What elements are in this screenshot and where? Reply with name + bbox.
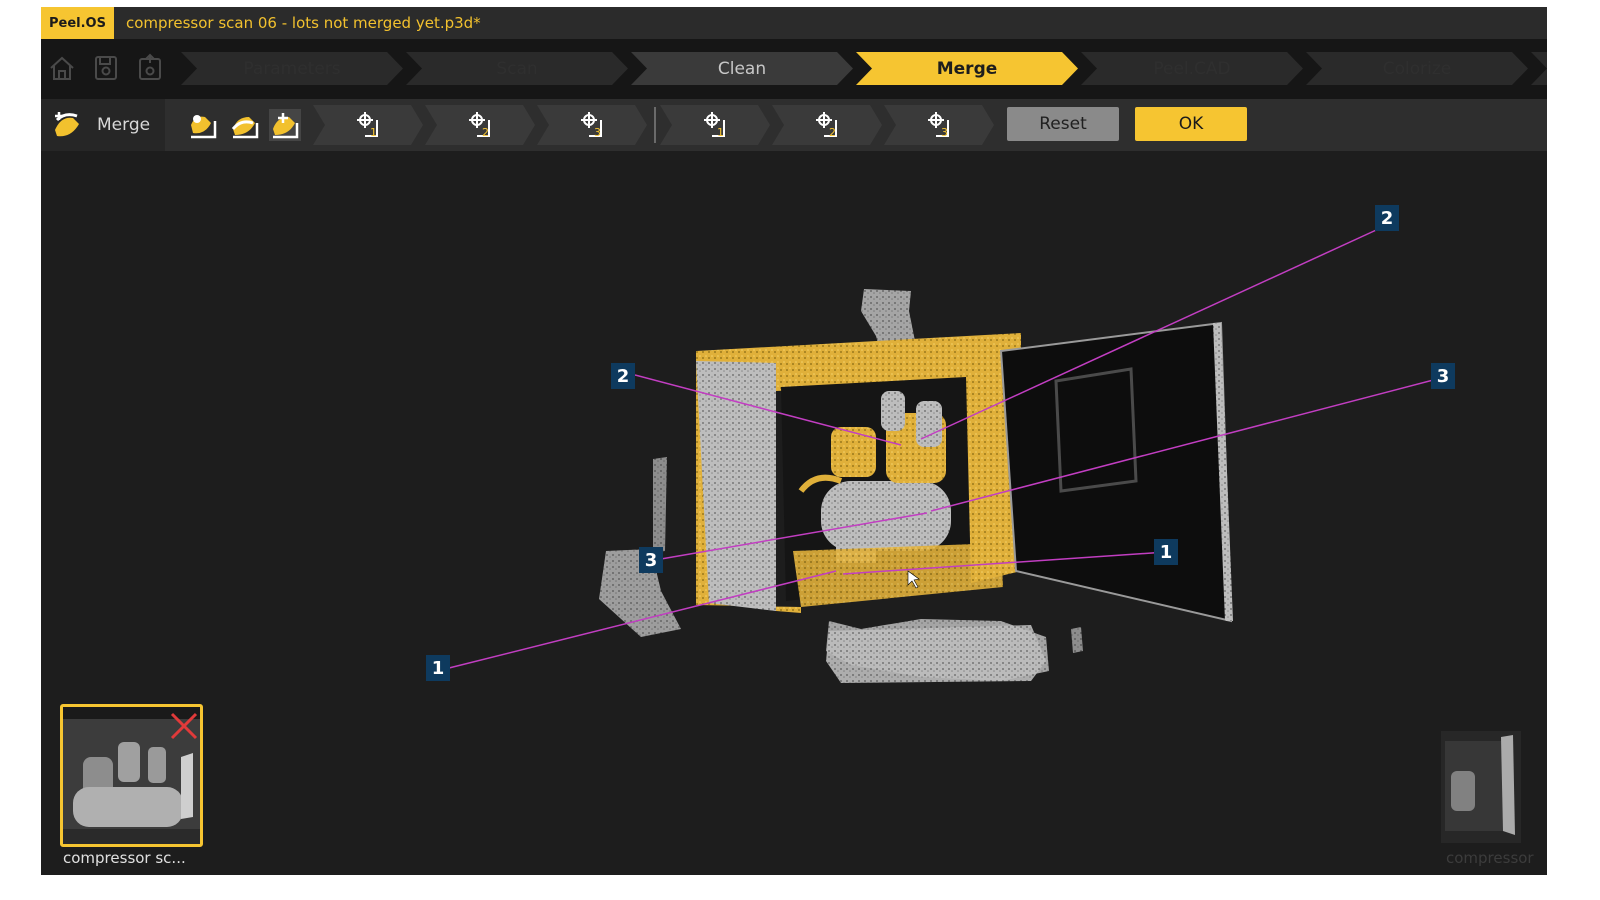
tool-label: Merge [97,115,151,135]
first-scan-marker-1[interactable]: 1 [426,655,450,681]
first-scan-marker-3[interactable]: 3 [639,547,663,573]
second-scan-marker-1[interactable]: 1 [1154,539,1178,565]
tool-title: Merge [41,99,165,151]
target-point-icon: 2 [816,112,837,139]
target-point-icon: 2 [469,112,490,139]
scan-thumbnail-secondary-label: compressor [1446,849,1534,867]
point-pair-mode-icon[interactable] [269,109,301,141]
app-logo: Peel.OS [41,7,114,39]
title-bar: Peel.OS compressor scan 06 - lots not me… [41,7,1547,39]
scan-thumbnail-label: compressor sc... [63,849,186,867]
step-overflow [1531,52,1547,85]
first-scan-point-3-button[interactable]: 3 [537,105,647,145]
scan-thumbnail-secondary[interactable] [1441,731,1521,843]
first-point-number-1: 1 [370,126,377,139]
save-as-icon[interactable] [135,53,165,83]
step-colorize[interactable]: Colorize [1306,52,1528,85]
second-scan-point-1-button[interactable]: 1 [660,105,770,145]
app-window: Peel.OS compressor scan 06 - lots not me… [41,7,1547,875]
step-clean[interactable]: Clean [631,52,853,85]
workflow-bar: Parameters Scan Clean Merge Peel.CAD Col… [41,39,1547,99]
step-peel-cad[interactable]: Peel.CAD [1081,52,1303,85]
merge-tool-icon [55,112,79,137]
first-scan-point-1-button[interactable]: 1 [313,105,423,145]
second-point-number-3: 3 [941,126,948,139]
save-icon[interactable] [91,53,121,83]
toolbar-divider [654,107,656,143]
second-scan-point-3-button[interactable]: 3 [884,105,994,145]
scan-a-icon[interactable] [187,109,219,141]
scan-preview-image [1445,735,1515,835]
step-parameters[interactable]: Parameters [181,52,403,85]
second-point-number-2: 2 [829,126,836,139]
scan-thumbnail-selected[interactable] [60,704,203,847]
step-scan[interactable]: Scan [406,52,628,85]
target-point-icon: 3 [581,112,602,139]
close-x-icon[interactable] [169,711,199,741]
first-point-number-3: 3 [594,126,601,139]
first-point-number-2: 2 [482,126,489,139]
scan-b-icon[interactable] [229,109,261,141]
3d-viewport[interactable]: 1 2 3 1 2 3 compressor sc... compressor [41,151,1547,875]
target-point-icon: 1 [704,112,725,139]
first-scan-marker-2[interactable]: 2 [611,363,635,389]
document-title: compressor scan 06 - lots not merged yet… [125,14,481,32]
second-scan-marker-3[interactable]: 3 [1431,363,1455,389]
point-cloud-view [448,225,1442,683]
second-point-number-1: 1 [717,126,724,139]
first-scan-point-2-button[interactable]: 2 [425,105,535,145]
reset-button[interactable]: Reset [1007,107,1119,141]
home-icon[interactable] [47,53,77,83]
target-point-icon: 3 [928,112,949,139]
second-scan-point-2-button[interactable]: 2 [772,105,882,145]
merge-toolbar: Merge 1 2 3 1 2 3 Reset OK [41,99,1547,151]
step-merge[interactable]: Merge [856,52,1078,85]
second-scan-marker-2[interactable]: 2 [1375,205,1399,231]
target-point-icon: 1 [357,112,378,139]
ok-button[interactable]: OK [1135,107,1247,141]
